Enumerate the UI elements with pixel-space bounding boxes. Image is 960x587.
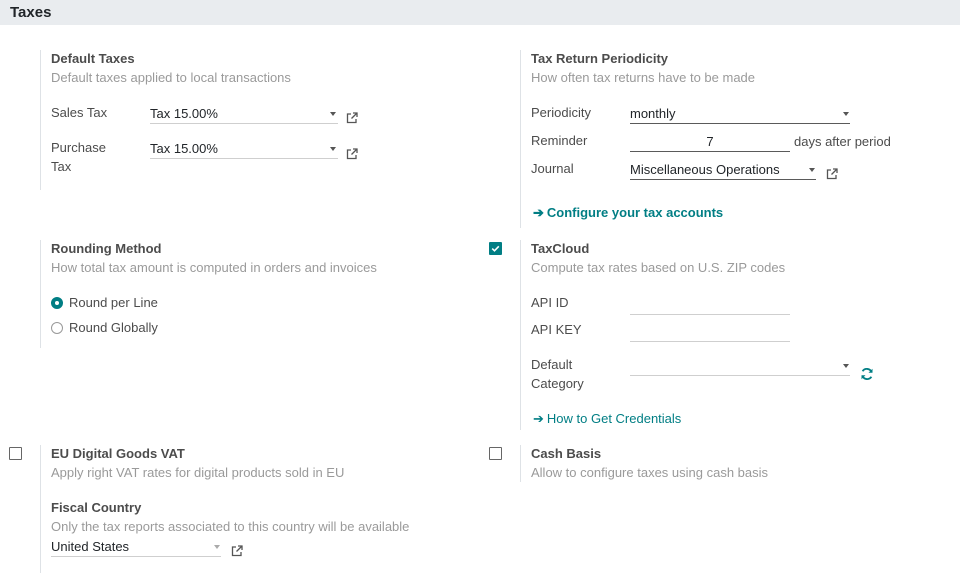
periodicity-label: Periodicity bbox=[531, 105, 591, 120]
cash-basis-divider bbox=[520, 445, 521, 482]
journal-label: Journal bbox=[531, 161, 574, 176]
configure-tax-accounts-link[interactable]: ➔ Configure your tax accounts bbox=[533, 205, 723, 221]
taxcloud-description: Compute tax rates based on U.S. ZIP code… bbox=[531, 260, 786, 275]
journal-value: Miscellaneous Operations bbox=[630, 162, 780, 177]
configure-tax-accounts-label: Configure your tax accounts bbox=[546, 205, 724, 220]
rounding-divider bbox=[40, 240, 41, 348]
purchase-tax-label-line1: Purchase bbox=[51, 140, 106, 155]
caret-down-icon bbox=[330, 112, 336, 116]
reminder-label: Reminder bbox=[531, 133, 588, 148]
default-category-select[interactable] bbox=[630, 357, 850, 376]
reminder-input[interactable]: 7 bbox=[630, 133, 790, 152]
arrow-right-icon: ➔ bbox=[533, 411, 544, 426]
caret-down-icon bbox=[809, 168, 815, 172]
external-link-icon[interactable] bbox=[345, 111, 359, 125]
cash-basis-title: Cash Basis bbox=[531, 446, 602, 461]
eu-vat-title: EU Digital Goods VAT bbox=[51, 446, 185, 461]
tax-return-title: Tax Return Periodicity bbox=[531, 51, 669, 66]
fiscal-country-select[interactable]: United States bbox=[51, 538, 221, 557]
api-key-input[interactable] bbox=[630, 323, 790, 342]
periodicity-select[interactable]: monthly bbox=[630, 105, 850, 124]
how-to-get-credentials-label: How to Get Credentials bbox=[546, 411, 682, 426]
sales-tax-select[interactable]: Tax 15.00% bbox=[150, 105, 338, 124]
how-to-get-credentials-link[interactable]: ➔ How to Get Credentials bbox=[533, 411, 681, 427]
eu-vat-checkbox[interactable] bbox=[9, 447, 22, 460]
check-icon bbox=[491, 245, 500, 252]
fiscal-country-title: Fiscal Country bbox=[51, 500, 142, 515]
cash-basis-checkbox[interactable] bbox=[489, 447, 502, 460]
fiscal-country-description: Only the tax reports associated to this … bbox=[51, 519, 410, 534]
api-id-label: API ID bbox=[531, 295, 569, 310]
rounding-title: Rounding Method bbox=[51, 241, 162, 256]
default-taxes-title: Default Taxes bbox=[51, 51, 135, 66]
sales-tax-label: Sales Tax bbox=[51, 105, 108, 120]
taxcloud-checkbox[interactable] bbox=[489, 242, 502, 255]
taxcloud-title: TaxCloud bbox=[531, 241, 590, 256]
refresh-icon[interactable] bbox=[860, 367, 874, 381]
eu-vat-divider bbox=[40, 445, 41, 573]
reminder-value: 7 bbox=[706, 134, 714, 149]
section-header: Taxes bbox=[0, 0, 960, 25]
external-link-icon[interactable] bbox=[230, 544, 244, 558]
round-per-line-radio[interactable] bbox=[51, 297, 63, 309]
api-id-input[interactable] bbox=[630, 296, 790, 315]
purchase-tax-select[interactable]: Tax 15.00% bbox=[150, 140, 338, 159]
default-category-label: Default Category bbox=[531, 355, 584, 393]
cash-basis-description: Allow to configure taxes using cash basi… bbox=[531, 465, 769, 480]
caret-down-icon bbox=[214, 545, 220, 549]
default-category-label-line1: Default bbox=[531, 357, 573, 372]
round-per-line-label[interactable]: Round per Line bbox=[69, 293, 158, 312]
caret-down-icon bbox=[843, 112, 849, 116]
caret-down-icon bbox=[330, 147, 336, 151]
rounding-description: How total tax amount is computed in orde… bbox=[51, 260, 377, 275]
purchase-tax-label: Purchase Tax bbox=[51, 138, 106, 176]
api-key-label: API KEY bbox=[531, 322, 582, 337]
default-taxes-divider bbox=[40, 50, 41, 190]
purchase-tax-value: Tax 15.00% bbox=[150, 141, 218, 156]
tax-return-description: How often tax returns have to be made bbox=[531, 70, 756, 85]
default-taxes-description: Default taxes applied to local transacti… bbox=[51, 70, 291, 85]
journal-select[interactable]: Miscellaneous Operations bbox=[630, 161, 816, 180]
tax-return-divider bbox=[520, 50, 521, 228]
sales-tax-value: Tax 15.00% bbox=[150, 106, 218, 121]
eu-vat-description: Apply right VAT rates for digital produc… bbox=[51, 465, 345, 480]
caret-down-icon bbox=[843, 364, 849, 368]
purchase-tax-label-line2: Tax bbox=[51, 159, 72, 174]
periodicity-value: monthly bbox=[630, 106, 676, 121]
external-link-icon[interactable] bbox=[345, 147, 359, 161]
taxcloud-divider bbox=[520, 240, 521, 430]
section-title: Taxes bbox=[10, 4, 52, 21]
default-category-label-line2: Category bbox=[531, 376, 584, 391]
arrow-right-icon: ➔ bbox=[533, 205, 544, 220]
round-globally-radio[interactable] bbox=[51, 322, 63, 334]
round-globally-label[interactable]: Round Globally bbox=[69, 318, 158, 337]
external-link-icon[interactable] bbox=[825, 167, 839, 181]
fiscal-country-value: United States bbox=[51, 539, 130, 554]
reminder-suffix: days after period bbox=[794, 134, 891, 149]
